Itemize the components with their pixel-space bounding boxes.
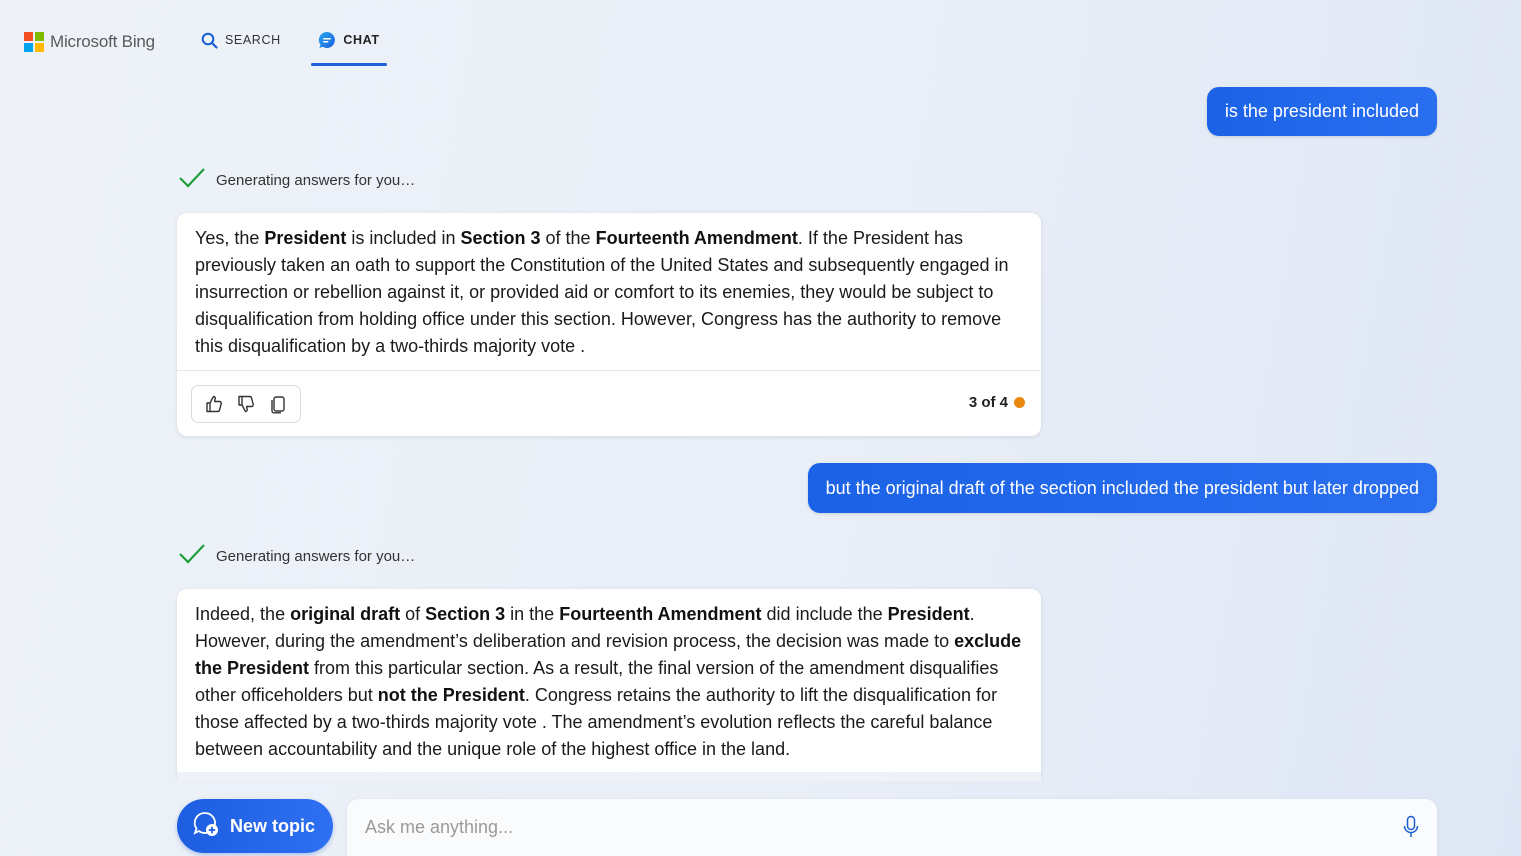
counter-text: 3 of 4	[968, 394, 1008, 411]
bold-text: Section 3	[460, 228, 541, 248]
bold-text: original draft	[290, 604, 401, 624]
text-segment: of the	[540, 228, 596, 248]
bold-text: not the President	[377, 685, 525, 705]
generating-status: Generating answers for you…	[178, 166, 415, 194]
answer-card: Indeed, the original draft of Section 3 …	[177, 589, 1041, 779]
microphone-icon[interactable]	[1401, 814, 1421, 840]
bold-text: Section 3	[425, 604, 506, 624]
text-segment: of	[400, 604, 426, 624]
bold-text: President	[887, 604, 970, 624]
microsoft-logo-icon	[24, 32, 44, 52]
card-divider	[177, 370, 1041, 371]
user-message: but the original draft of the section in…	[807, 463, 1437, 513]
answer-card: Yes, the President is included in Sectio…	[177, 213, 1041, 436]
checkmark-icon	[178, 166, 206, 194]
answer-text: Yes, the President is included in Sectio…	[177, 213, 1041, 360]
generating-status: Generating answers for you…	[178, 542, 415, 570]
counter-dot	[1014, 397, 1025, 408]
thumbs-down-icon[interactable]	[234, 392, 258, 416]
status-text: Generating answers for you…	[216, 171, 416, 189]
tab-chat-label: CHAT	[343, 33, 380, 47]
bold-text: Fourteenth Amendment	[559, 604, 762, 624]
response-counter: 3 of 4	[969, 394, 1025, 411]
feedback-toolbar	[191, 385, 301, 423]
logo-text: Microsoft Bing	[50, 32, 155, 51]
checkmark-icon	[178, 542, 206, 570]
text-segment: Indeed, the	[195, 604, 291, 624]
chat-composer	[347, 799, 1437, 856]
tab-search[interactable]: SEARCH	[200, 28, 281, 66]
ask-input[interactable]	[365, 814, 1365, 840]
bold-text: President	[264, 228, 347, 248]
scroll-fade	[177, 772, 1041, 782]
new-topic-icon	[192, 810, 220, 843]
microsoft-bing-logo[interactable]: Microsoft Bing	[24, 32, 155, 52]
text-segment: is included in	[346, 228, 461, 248]
chat-icon	[318, 31, 336, 49]
tab-chat[interactable]: CHAT	[311, 28, 387, 66]
new-topic-label: New topic	[230, 815, 316, 836]
status-text: Generating answers for you…	[216, 547, 416, 565]
answer-text: Indeed, the original draft of Section 3 …	[177, 589, 1041, 763]
user-message: is the president included	[1206, 87, 1437, 136]
new-topic-button[interactable]: New topic	[177, 799, 333, 853]
top-bar: Microsoft Bing SEARCH CHAT	[0, 0, 1521, 70]
text-segment: Yes, the	[195, 228, 265, 248]
text-segment: in the	[505, 604, 560, 624]
bold-text: Fourteenth Amendment	[595, 228, 798, 248]
thumbs-up-icon[interactable]	[202, 392, 226, 416]
tab-search-label: SEARCH	[225, 33, 281, 47]
text-segment: did include the	[761, 604, 888, 624]
search-icon	[200, 31, 218, 49]
copy-icon[interactable]	[266, 392, 290, 416]
